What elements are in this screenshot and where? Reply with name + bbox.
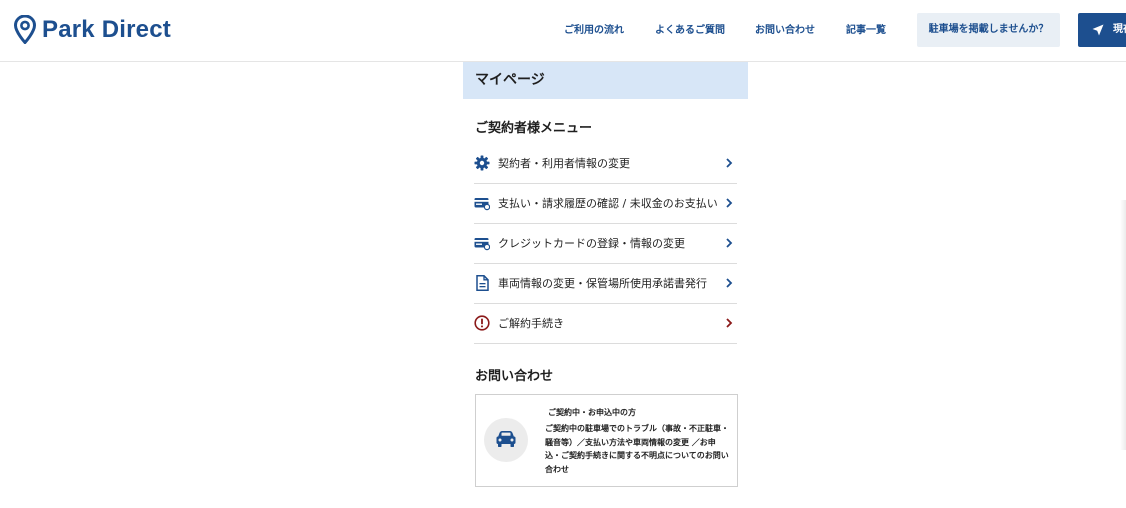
card-icon [474,238,490,251]
card-icon [474,198,490,211]
contact-card[interactable]: ご契約中・お申込中の方 ご契約中の駐車場でのトラブル（事故・不正駐車・騒音等）／… [475,394,738,487]
page-edge-shadow [1120,200,1126,450]
menu-item-label: 車両情報の変更・保管場所使用承諾書発行 [498,277,707,290]
map-pin-icon [14,15,36,44]
contact-card-description: ご契約中の駐車場でのトラブル（事故・不正駐車・騒音等）／支払い方法や車両情報の変… [545,424,729,474]
chevron-right-icon [726,158,733,168]
menu-item-cancellation[interactable]: ご解約手続き [474,304,737,344]
gear-icon [474,155,490,171]
nav-contact[interactable]: お問い合わせ [755,14,815,47]
nav-articles[interactable]: 記事一覧 [846,14,886,47]
current-location-label: 現在 [1113,24,1126,35]
menu-item-payment-history[interactable]: 支払い・請求履歴の確認 / 未収金のお支払い [474,184,737,224]
nav-usage-flow[interactable]: ご利用の流れ [564,14,624,47]
menu-item-vehicle-info[interactable]: 車両情報の変更・保管場所使用承諾書発行 [474,264,737,304]
contact-section-title: お問い合わせ [475,369,554,384]
contact-card-title: ご契約中・お申込中の方 [548,408,636,417]
chevron-right-icon [726,198,733,208]
nav-faq[interactable]: よくあるご質問 [655,14,725,47]
document-icon [476,275,489,291]
list-parking-button[interactable]: 駐車場を掲載しませんか？ [917,13,1060,47]
car-icon [496,431,516,447]
menu-item-label: クレジットカードの登録・情報の変更 [498,237,685,250]
chevron-right-icon [726,318,733,328]
mypage-header-bar: マイページ [463,62,748,99]
alert-icon [474,315,490,331]
menu-item-change-user-info[interactable]: 契約者・利用者情報の変更 [474,144,737,184]
page-title: マイページ [475,72,545,88]
logo-text: Park Direct [42,15,171,43]
menu-item-label: ご解約手続き [498,317,564,330]
location-arrow-icon [1092,24,1104,36]
current-location-button[interactable]: 現在 [1078,13,1126,47]
contract-menu: 契約者・利用者情報の変更 支払い・請求履歴の確認 / 未収金のお支払い クレジッ… [474,144,737,344]
menu-item-credit-card[interactable]: クレジットカードの登録・情報の変更 [474,224,737,264]
contract-menu-title: ご契約者様メニュー [475,121,593,136]
chevron-right-icon [726,278,733,288]
site-header: Park Direct ご利用の流れ よくあるご質問 お問い合わせ 記事一覧 駐… [0,0,1126,62]
logo[interactable]: Park Direct [14,15,171,44]
menu-item-label: 支払い・請求履歴の確認 / 未収金のお支払い [498,197,718,210]
car-icon-circle [484,418,528,462]
chevron-right-icon [726,238,733,248]
menu-item-label: 契約者・利用者情報の変更 [498,157,630,170]
